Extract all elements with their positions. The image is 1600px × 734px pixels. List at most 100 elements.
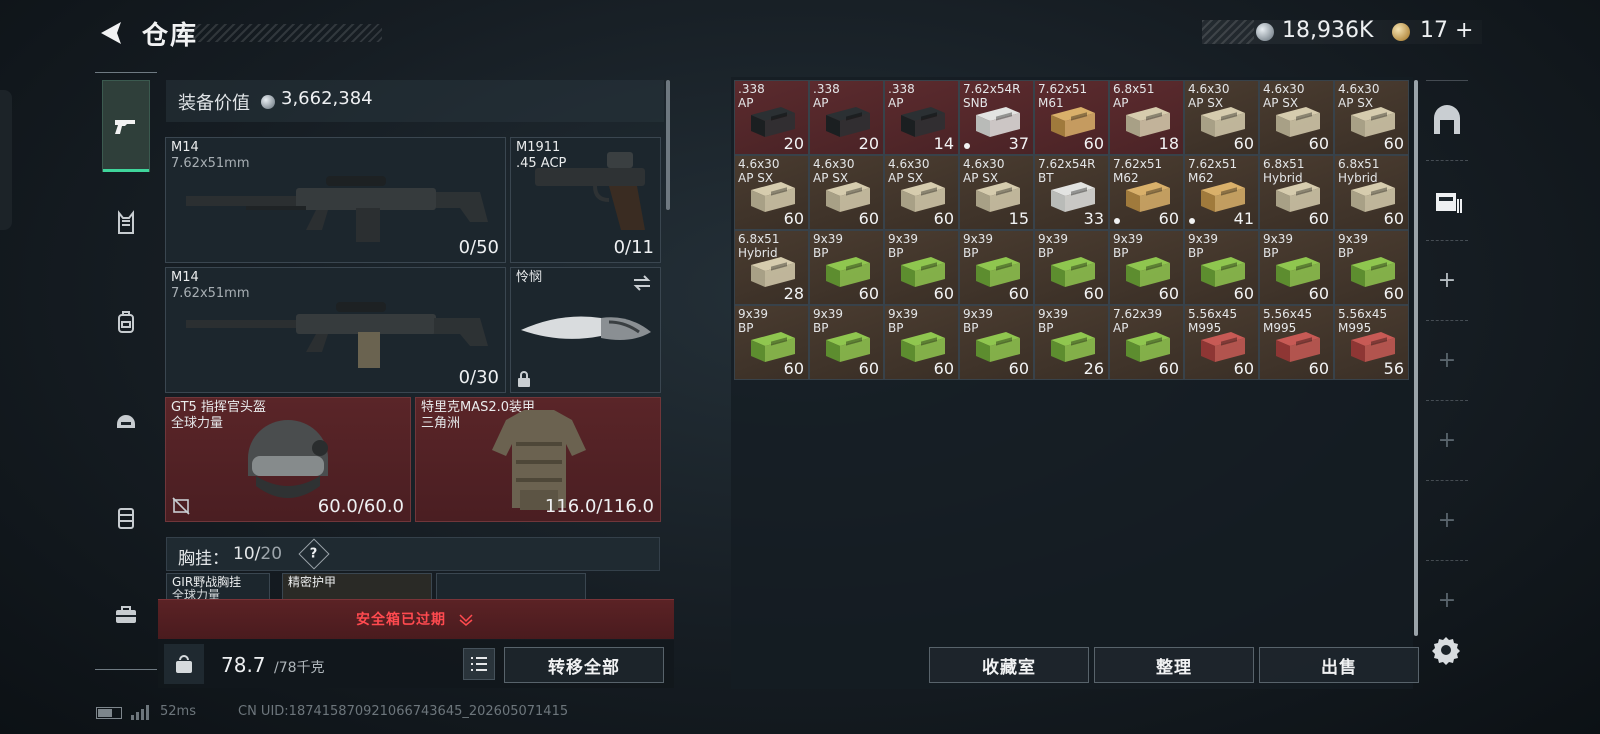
inventory-item[interactable]: 9x39 BP 60 bbox=[1184, 230, 1259, 305]
collection-room-button[interactable]: 收藏室 bbox=[929, 647, 1089, 683]
inventory-item[interactable]: 7.62x51 M61 60 bbox=[1034, 80, 1109, 155]
swap-icon[interactable] bbox=[632, 274, 652, 292]
tab-helmet[interactable] bbox=[102, 394, 150, 446]
tab-safe-box[interactable] bbox=[102, 589, 150, 641]
inventory-item[interactable]: .338 AP 20 bbox=[809, 80, 884, 155]
chevron-down-icon[interactable] bbox=[458, 612, 474, 626]
item-count: 15 bbox=[1008, 209, 1029, 228]
sort-button[interactable]: 整理 bbox=[1094, 647, 1254, 683]
armor-slot[interactable]: 特里克MAS2.0装甲 三角洲 116.0/116.0 bbox=[415, 397, 661, 522]
tab-weapons[interactable] bbox=[102, 80, 150, 172]
add-stash-tab[interactable]: + bbox=[1426, 240, 1468, 320]
inventory-item[interactable]: 5.56x45 M995 60 bbox=[1184, 305, 1259, 380]
helmet-icon bbox=[117, 415, 135, 428]
item-count: 60 bbox=[1083, 284, 1104, 303]
weapon-name: M14 bbox=[171, 270, 199, 285]
inventory-item[interactable]: 6.8x51 AP 18 bbox=[1109, 80, 1184, 155]
ticket-amount[interactable]: 17 + bbox=[1420, 18, 1473, 43]
inventory-item[interactable]: 6.8x51 Hybrid 60 bbox=[1334, 155, 1409, 230]
inventory-scrollbar[interactable] bbox=[1414, 80, 1418, 636]
item-name: 4.6x30 AP SX bbox=[1188, 82, 1230, 110]
item-name: .338 AP bbox=[738, 82, 765, 110]
inventory-item[interactable]: 9x39 BP 60 bbox=[1109, 230, 1184, 305]
inventory-item[interactable]: 4.6x30 AP SX 60 bbox=[809, 155, 884, 230]
primary-weapon-slot[interactable]: M14 7.62x51mm 0/50 bbox=[165, 137, 506, 263]
locked-stash-tab[interactable]: + bbox=[1426, 480, 1468, 560]
inventory-item[interactable]: 6.8x51 Hybrid 28 bbox=[734, 230, 809, 305]
item-count: 41 bbox=[1233, 209, 1254, 228]
inventory-item[interactable]: .338 AP 14 bbox=[884, 80, 959, 155]
inventory-item[interactable]: 4.6x30 AP SX 60 bbox=[1184, 80, 1259, 155]
marker-dot bbox=[964, 143, 970, 149]
inventory-item[interactable]: 7.62x54R SNB 37 bbox=[959, 80, 1034, 155]
inventory-item[interactable]: 9x39 BP 60 bbox=[959, 230, 1034, 305]
secondary-weapon-slot[interactable]: M14 7.62x51mm 0/30 bbox=[165, 267, 506, 393]
inventory-item[interactable]: 9x39 BP 60 bbox=[1034, 230, 1109, 305]
item-count: 26 bbox=[1083, 359, 1104, 378]
locked-stash-tab[interactable]: + bbox=[1426, 320, 1468, 400]
stash-tab-2[interactable] bbox=[1426, 160, 1468, 240]
inventory-item[interactable]: 4.6x30 AP SX 60 bbox=[734, 155, 809, 230]
list-icon bbox=[471, 657, 487, 671]
inventory-item[interactable]: 9x39 BP 60 bbox=[1334, 230, 1409, 305]
inventory-item[interactable]: 9x39 BP 60 bbox=[884, 305, 959, 380]
back-button[interactable] bbox=[96, 18, 126, 48]
inventory-item[interactable]: 4.6x30 AP SX 60 bbox=[1334, 80, 1409, 155]
tab-armor[interactable] bbox=[102, 197, 150, 249]
locked-stash-tab[interactable]: + bbox=[1426, 560, 1468, 640]
gear-icon[interactable] bbox=[1430, 634, 1462, 666]
melee-name: 怜悯 bbox=[516, 270, 543, 285]
sell-button[interactable]: 出售 bbox=[1259, 647, 1419, 683]
inventory-item[interactable]: 7.62x39 AP 60 bbox=[1109, 305, 1184, 380]
pistol-slot[interactable]: M1911 .45 ACP 0/11 bbox=[510, 137, 661, 263]
inventory-item[interactable]: 9x39 BP 60 bbox=[809, 305, 884, 380]
item-count: 33 bbox=[1083, 209, 1104, 228]
locked-stash-tab[interactable]: + bbox=[1426, 400, 1468, 480]
helmet-slot[interactable]: GT5 指挥官头盔 全球力量 60.0/60.0 bbox=[165, 397, 411, 522]
item-count: 14 bbox=[933, 134, 954, 153]
warehouse-icon bbox=[1434, 104, 1460, 134]
signal-icon bbox=[131, 705, 149, 720]
list-view-button[interactable] bbox=[463, 648, 495, 680]
item-name: 5.56x45 M995 bbox=[1338, 307, 1388, 335]
plus-icon: + bbox=[1437, 428, 1457, 453]
inventory-item[interactable]: 9x39 BP 60 bbox=[959, 305, 1034, 380]
inventory-item[interactable]: 9x39 BP 60 bbox=[734, 305, 809, 380]
inventory-item[interactable]: 5.56x45 M995 56 bbox=[1334, 305, 1409, 380]
inventory-item[interactable]: 7.62x51 M62 41 bbox=[1184, 155, 1259, 230]
item-count: 60 bbox=[1383, 284, 1404, 303]
item-count: 60 bbox=[858, 209, 879, 228]
inventory-item[interactable]: 5.56x45 M995 60 bbox=[1259, 305, 1334, 380]
vest-slot[interactable]: 精密护甲 bbox=[282, 573, 432, 601]
inventory-item[interactable]: 9x39 BP 60 bbox=[809, 230, 884, 305]
inventory-item[interactable]: .338 AP 20 bbox=[734, 80, 809, 155]
inventory-item[interactable]: 9x39 BP 26 bbox=[1034, 305, 1109, 380]
item-name: 4.6x30 AP SX bbox=[963, 157, 1005, 185]
item-name: 9x39 BP bbox=[1338, 232, 1369, 260]
melee-slot[interactable]: 怜悯 bbox=[510, 267, 661, 393]
inventory-item[interactable]: 9x39 BP 60 bbox=[1259, 230, 1334, 305]
chest-rig-slot[interactable]: GIR野战胸挂 全球力量 bbox=[166, 573, 270, 601]
item-name: 4.6x30 AP SX bbox=[738, 157, 780, 185]
item-count: 60 bbox=[1308, 134, 1329, 153]
vest-name: 精密护甲 bbox=[288, 575, 337, 589]
empty-slot[interactable] bbox=[436, 573, 586, 601]
item-count: 60 bbox=[1233, 134, 1254, 153]
inventory-item[interactable]: 7.62x54R BT 33 bbox=[1034, 155, 1109, 230]
equipment-scrollbar[interactable] bbox=[666, 80, 670, 210]
inventory-item[interactable]: 4.6x30 AP SX 60 bbox=[884, 155, 959, 230]
inventory-item[interactable]: 7.62x51 M62 60 bbox=[1109, 155, 1184, 230]
inventory-item[interactable]: 4.6x30 AP SX 60 bbox=[1259, 80, 1334, 155]
weight-current: 78.7 bbox=[221, 653, 266, 677]
stash-tab-main[interactable] bbox=[1426, 80, 1468, 160]
inventory-item[interactable]: 4.6x30 AP SX 15 bbox=[959, 155, 1034, 230]
tab-backpack[interactable] bbox=[102, 296, 150, 348]
inventory-item[interactable]: 6.8x51 Hybrid 60 bbox=[1259, 155, 1334, 230]
item-count: 60 bbox=[1308, 284, 1329, 303]
transfer-all-button[interactable]: 转移全部 bbox=[504, 647, 664, 683]
inventory-item[interactable]: 9x39 BP 60 bbox=[884, 230, 959, 305]
item-count: 20 bbox=[858, 134, 879, 153]
item-name: 7.62x51 M62 bbox=[1113, 157, 1163, 185]
tab-chest-rig[interactable] bbox=[102, 492, 150, 544]
rail-divider bbox=[95, 72, 157, 73]
